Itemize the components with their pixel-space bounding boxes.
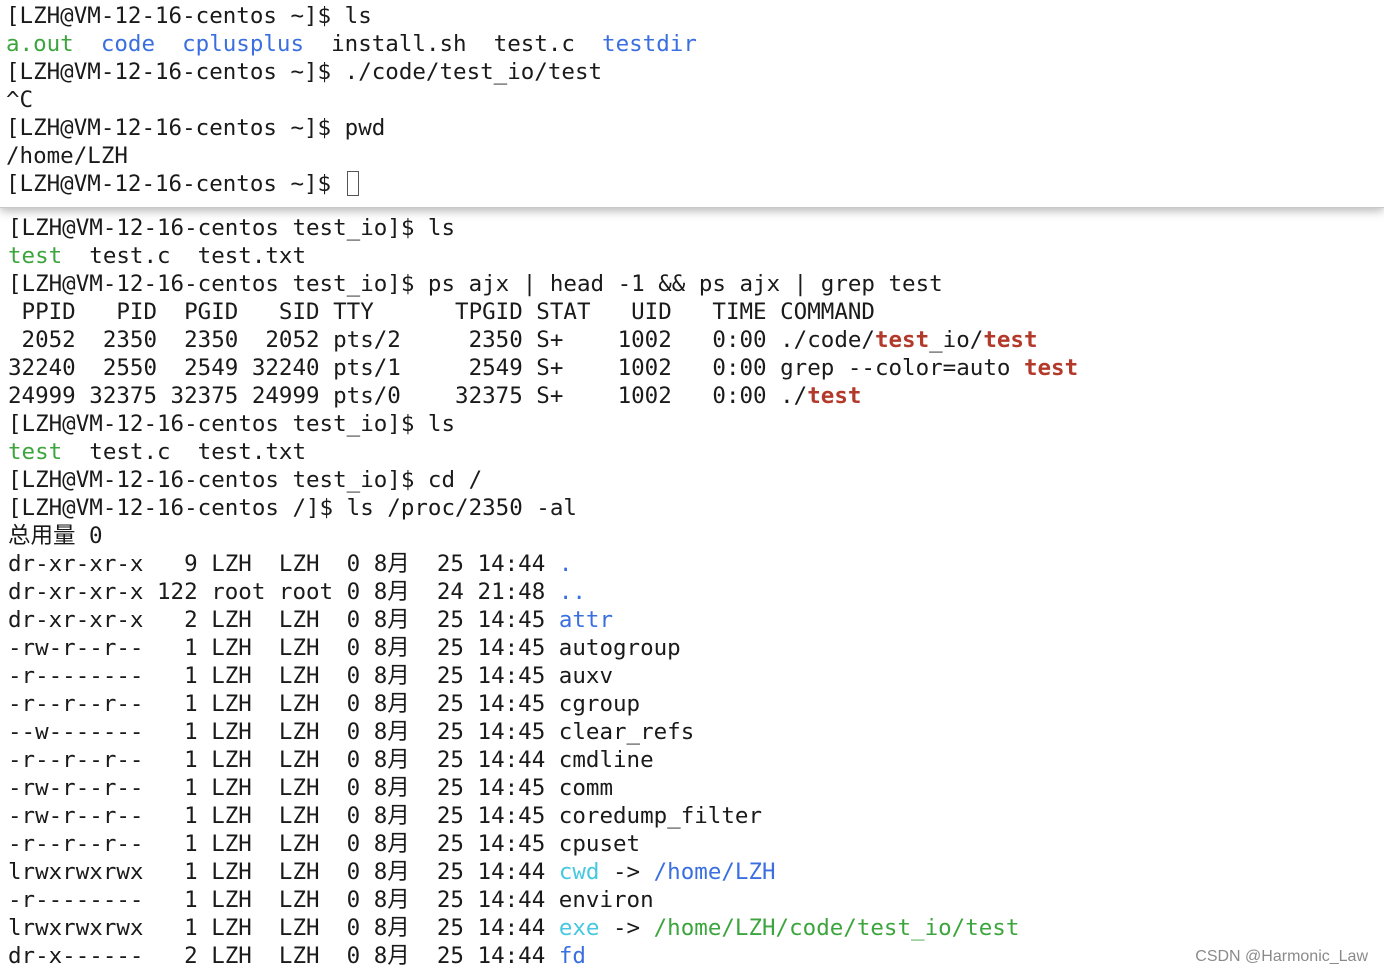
back-terminal-line: 24999 32375 32375 24999 pts/0 32375 S+ 1… [8, 382, 861, 410]
line-segment: [LZH@VM-12-16-centos ~]$ pwd [6, 115, 386, 141]
line-segment: a.out [6, 31, 74, 57]
back-terminal-line: -r--r--r-- 1 LZH LZH 0 8月 25 14:45 cgrou… [8, 690, 640, 718]
line-segment: cplusplus [182, 31, 305, 57]
back-terminal-line: dr-xr-xr-x 9 LZH LZH 0 8月 25 14:44 . [8, 550, 572, 578]
front-terminal-pane[interactable]: [LZH@VM-12-16-centos ~]$ ls a.out code cp… [0, 0, 1384, 208]
line-segment [155, 31, 182, 57]
line-segment: -> [599, 915, 654, 941]
line-segment: --w------- 1 LZH LZH 0 8月 25 14:45 clear… [8, 719, 695, 745]
line-segment: [LZH@VM-12-16-centos ~]$ ./code/test_io/… [6, 59, 603, 85]
line-segment: _io/ [929, 327, 984, 353]
front-terminal-line: [LZH@VM-12-16-centos ~]$ ./code/test_io/… [6, 58, 602, 86]
back-terminal-pane[interactable]: [LZH@VM-12-16-centos test_io]$ ls test te… [0, 200, 1384, 974]
back-terminal-line: PPID PID PGID SID TTY TPGID STAT UID TIM… [8, 298, 875, 326]
line-segment: lrwxrwxrwx 1 LZH LZH 0 8月 25 14:44 [8, 859, 559, 885]
line-segment: -r--r--r-- 1 LZH LZH 0 8月 25 14:44 cmdli… [8, 747, 654, 773]
line-segment: test [1023, 355, 1079, 381]
line-segment: PPID PID PGID SID TTY TPGID STAT UID TIM… [8, 299, 875, 325]
line-segment: -rw-r--r-- 1 LZH LZH 0 8月 25 14:45 comm [8, 775, 613, 801]
line-segment: . [558, 551, 573, 577]
line-segment: .. [558, 579, 586, 605]
line-segment: -rw-r--r-- 1 LZH LZH 0 8月 25 14:45 autog… [8, 635, 681, 661]
back-terminal-line: -rw-r--r-- 1 LZH LZH 0 8月 25 14:45 autog… [8, 634, 681, 662]
line-segment: [LZH@VM-12-16-centos /]$ ls /proc/2350 -… [8, 495, 577, 521]
line-segment: dr-x------ 2 LZH LZH 0 8月 25 14:44 [8, 943, 559, 969]
front-terminal-line: a.out code cplusplus install.sh test.c t… [6, 30, 697, 58]
back-terminal-line: [LZH@VM-12-16-centos /]$ ls /proc/2350 -… [8, 494, 577, 522]
line-segment: test [8, 439, 63, 465]
line-segment: lrwxrwxrwx 1 LZH LZH 0 8月 25 14:44 [8, 915, 559, 941]
line-segment: attr [558, 607, 613, 633]
line-segment [74, 31, 101, 57]
line-segment: /home/LZH [653, 859, 776, 885]
back-terminal-line: dr-xr-xr-x 2 LZH LZH 0 8月 25 14:45 attr [8, 606, 613, 634]
line-segment: test [983, 327, 1038, 353]
back-terminal-line: dr-x------ 2 LZH LZH 0 8月 25 14:44 fd [8, 942, 586, 970]
line-segment: -> [599, 859, 654, 885]
back-terminal-line: 总用量 0 [8, 522, 103, 550]
line-segment: 2052 2350 2350 2052 pts/2 2350 S+ 1002 0… [8, 327, 875, 353]
back-terminal-line: lrwxrwxrwx 1 LZH LZH 0 8月 25 14:44 exe -… [8, 914, 1019, 942]
line-segment: test [8, 243, 63, 269]
line-segment: dr-xr-xr-x 122 root root 0 8月 24 21:48 [8, 579, 559, 605]
back-terminal-line: -r--r--r-- 1 LZH LZH 0 8月 25 14:45 cpuse… [8, 830, 640, 858]
line-segment: test.c test.txt [62, 439, 307, 465]
line-segment: ^C [6, 87, 34, 113]
line-segment: [LZH@VM-12-16-centos ~]$ [6, 171, 345, 197]
line-segment: -r--r--r-- 1 LZH LZH 0 8月 25 14:45 cgrou… [8, 691, 641, 717]
watermark: CSDN @Harmonic_Law [1195, 948, 1368, 965]
line-segment: fd [558, 943, 586, 969]
back-terminal-line: [LZH@VM-12-16-centos test_io]$ cd / [8, 466, 482, 494]
front-terminal-line: /home/LZH [6, 142, 128, 170]
front-terminal-line: [LZH@VM-12-16-centos ~]$ [6, 170, 359, 198]
back-terminal-line: [LZH@VM-12-16-centos test_io]$ ps ajx | … [8, 270, 943, 298]
line-segment: -rw-r--r-- 1 LZH LZH 0 8月 25 14:45 cored… [8, 803, 762, 829]
line-segment: code [100, 31, 156, 57]
text-cursor[interactable] [346, 171, 359, 196]
line-segment: /home/LZH/code/test_io/test [653, 915, 1020, 941]
line-segment: install.sh test.c [304, 31, 603, 57]
back-terminal-line: 2052 2350 2350 2052 pts/2 2350 S+ 1002 0… [8, 326, 1038, 354]
back-terminal-line: -r-------- 1 LZH LZH 0 8月 25 14:44 envir… [8, 886, 654, 914]
line-segment: test [874, 327, 930, 353]
line-segment: dr-xr-xr-x 9 LZH LZH 0 8月 25 14:44 [8, 551, 559, 577]
back-terminal-line: -r-------- 1 LZH LZH 0 8月 25 14:45 auxv [8, 662, 613, 690]
back-terminal-line: --w------- 1 LZH LZH 0 8月 25 14:45 clear… [8, 718, 694, 746]
line-segment: [LZH@VM-12-16-centos ~]$ ls [6, 3, 372, 29]
back-terminal-line: -r--r--r-- 1 LZH LZH 0 8月 25 14:44 cmdli… [8, 746, 654, 774]
front-terminal-line: [LZH@VM-12-16-centos ~]$ ls [6, 2, 372, 30]
back-terminal-line: [LZH@VM-12-16-centos test_io]$ ls [8, 214, 455, 242]
line-segment: -r-------- 1 LZH LZH 0 8月 25 14:45 auxv [8, 663, 613, 689]
line-segment: -r-------- 1 LZH LZH 0 8月 25 14:44 envir… [8, 887, 654, 913]
line-segment: 总用量 0 [8, 523, 103, 549]
line-segment: 24999 32375 32375 24999 pts/0 32375 S+ 1… [8, 383, 808, 409]
back-terminal-line: 32240 2550 2549 32240 pts/1 2549 S+ 1002… [8, 354, 1078, 382]
line-segment: [LZH@VM-12-16-centos test_io]$ ls [8, 215, 456, 241]
line-segment: -r--r--r-- 1 LZH LZH 0 8月 25 14:45 cpuse… [8, 831, 641, 857]
back-terminal-line: test test.c test.txt [8, 242, 306, 270]
line-segment: 32240 2550 2549 32240 pts/1 2549 S+ 1002… [8, 355, 1024, 381]
line-segment: cwd [558, 859, 600, 885]
line-segment: [LZH@VM-12-16-centos test_io]$ ls [8, 411, 456, 437]
line-segment: [LZH@VM-12-16-centos test_io]$ ps ajx | … [8, 271, 943, 297]
back-terminal-line: -rw-r--r-- 1 LZH LZH 0 8月 25 14:45 cored… [8, 802, 762, 830]
front-terminal-line: ^C [6, 86, 33, 114]
line-segment: test.c test.txt [62, 243, 307, 269]
line-segment: test [807, 383, 862, 409]
front-terminal-line: [LZH@VM-12-16-centos ~]$ pwd [6, 114, 385, 142]
back-terminal-line: test test.c test.txt [8, 438, 306, 466]
line-segment: /home/LZH [6, 143, 128, 169]
back-terminal-line: -rw-r--r-- 1 LZH LZH 0 8月 25 14:45 comm [8, 774, 613, 802]
line-segment: testdir [602, 31, 697, 57]
back-terminal-line: [LZH@VM-12-16-centos test_io]$ ls [8, 410, 455, 438]
back-terminal-line: dr-xr-xr-x 122 root root 0 8月 24 21:48 .… [8, 578, 586, 606]
line-segment: dr-xr-xr-x 2 LZH LZH 0 8月 25 14:45 [8, 607, 559, 633]
line-segment: exe [558, 915, 600, 941]
line-segment: [LZH@VM-12-16-centos test_io]$ cd / [8, 467, 483, 493]
back-terminal-line: lrwxrwxrwx 1 LZH LZH 0 8月 25 14:44 cwd -… [8, 858, 776, 886]
